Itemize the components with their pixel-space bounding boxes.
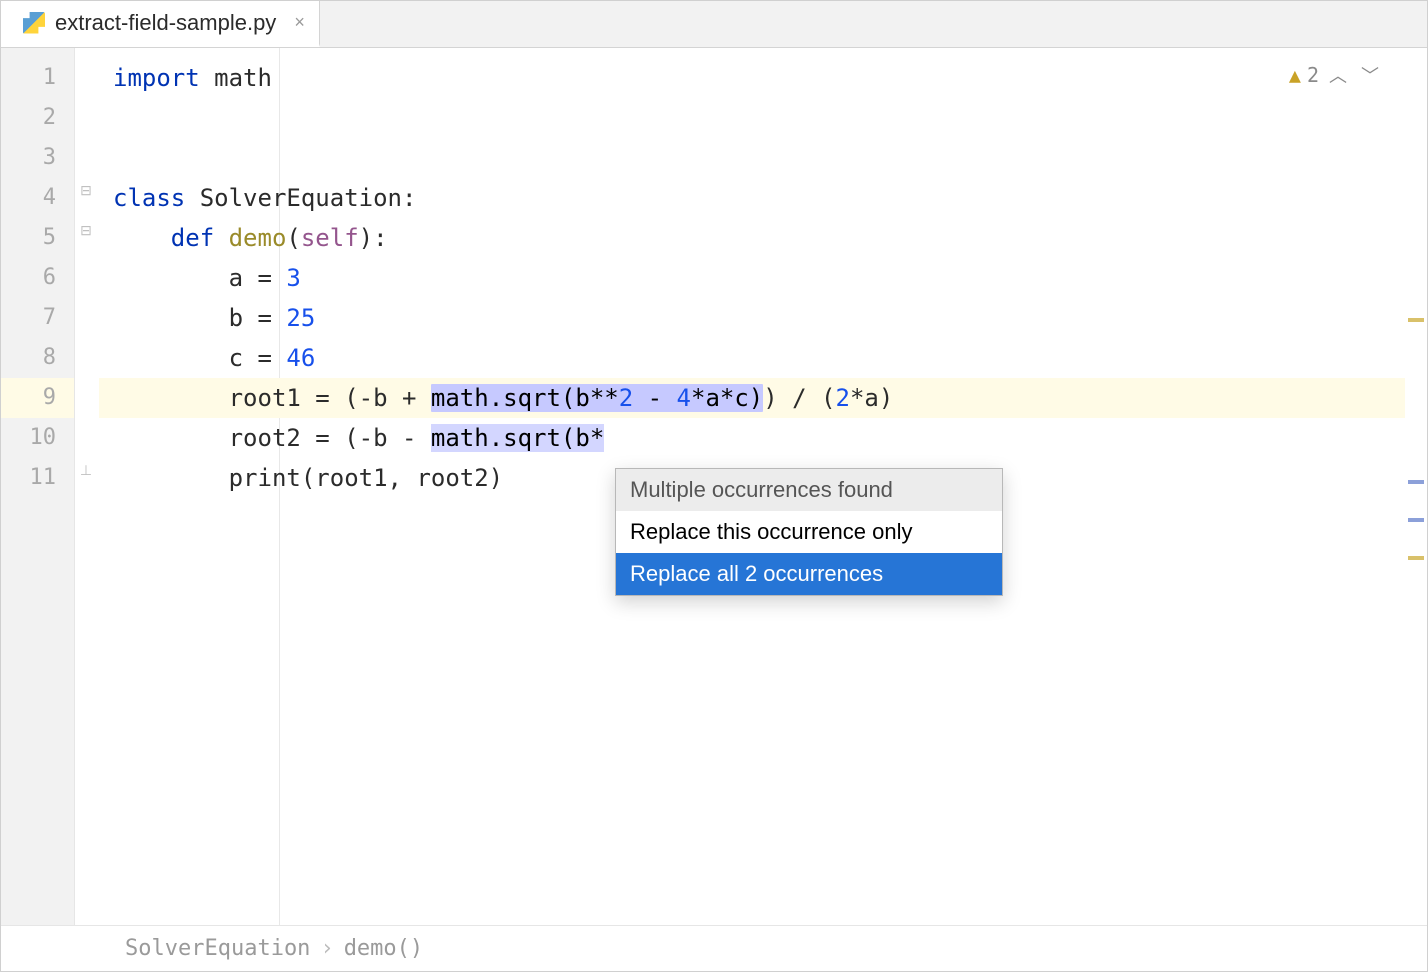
fold-end-marker-icon[interactable]: ⊥ bbox=[77, 461, 95, 479]
code-line-highlighted: root1 = (-b + math.sqrt(b**2 - 4*a*c)) /… bbox=[99, 378, 1405, 418]
fold-marker-icon[interactable]: ⊟ bbox=[77, 221, 95, 239]
line-number: 7 bbox=[1, 298, 74, 338]
editor-tab[interactable]: extract-field-sample.py × bbox=[1, 1, 320, 47]
occurrences-popup: Multiple occurrences found Replace this … bbox=[615, 468, 1003, 596]
popup-item-replace-this[interactable]: Replace this occurrence only bbox=[616, 511, 1002, 553]
code-line: import math bbox=[99, 58, 1405, 98]
line-number: 6 bbox=[1, 258, 74, 298]
line-number-gutter: 1 2 3 4 5 6 7 8 9 10 11 bbox=[1, 48, 75, 925]
line-number: 4 bbox=[1, 178, 74, 218]
popup-item-replace-all[interactable]: Replace all 2 occurrences bbox=[616, 553, 1002, 595]
close-tab-icon[interactable]: × bbox=[294, 12, 305, 33]
fold-column: ⊟ ⊟ ⊥ bbox=[75, 48, 99, 925]
python-file-icon bbox=[23, 12, 45, 34]
line-number: 10 bbox=[1, 418, 74, 458]
line-number: 8 bbox=[1, 338, 74, 378]
editor: 1 2 3 4 5 6 7 8 9 10 11 ⊟ ⊟ ⊥ import mat… bbox=[1, 48, 1427, 925]
code-line bbox=[99, 138, 1405, 178]
tab-bar: extract-field-sample.py × bbox=[1, 1, 1427, 48]
code-line: a = 3 bbox=[99, 258, 1405, 298]
code-line: class SolverEquation: bbox=[99, 178, 1405, 218]
code-line bbox=[99, 98, 1405, 138]
line-number: 5 bbox=[1, 218, 74, 258]
occurrence-marker[interactable] bbox=[1408, 518, 1424, 522]
code-line: root2 = (-b - math.sqrt(b* bbox=[99, 418, 1405, 458]
code-line: c = 46 bbox=[99, 338, 1405, 378]
warning-marker[interactable] bbox=[1408, 318, 1424, 322]
breadcrumb-method[interactable]: demo() bbox=[344, 936, 423, 961]
popup-title: Multiple occurrences found bbox=[616, 469, 1002, 511]
tab-filename: extract-field-sample.py bbox=[55, 10, 276, 36]
breadcrumb: SolverEquation › demo() bbox=[1, 925, 1427, 971]
code-line: def demo(self): bbox=[99, 218, 1405, 258]
warning-marker[interactable] bbox=[1408, 556, 1424, 560]
line-number: 11 bbox=[1, 458, 74, 498]
occurrence-marker[interactable] bbox=[1408, 480, 1424, 484]
breadcrumb-separator-icon: › bbox=[320, 936, 333, 961]
line-number: 3 bbox=[1, 138, 74, 178]
inspection-widget: ▲ 2 ︿ ﹀ bbox=[1289, 62, 1383, 88]
breadcrumb-class[interactable]: SolverEquation bbox=[125, 936, 310, 961]
warning-icon[interactable]: ▲ bbox=[1289, 63, 1301, 87]
fold-marker-icon[interactable]: ⊟ bbox=[77, 181, 95, 199]
line-number: 9 bbox=[1, 378, 74, 418]
chevron-down-icon[interactable]: ﹀ bbox=[1357, 62, 1383, 88]
code-line: b = 25 bbox=[99, 298, 1405, 338]
line-number: 2 bbox=[1, 98, 74, 138]
line-number: 1 bbox=[1, 58, 74, 98]
chevron-up-icon[interactable]: ︿ bbox=[1325, 62, 1351, 88]
inspection-count: 2 bbox=[1307, 63, 1319, 87]
marker-stripe bbox=[1405, 48, 1427, 925]
